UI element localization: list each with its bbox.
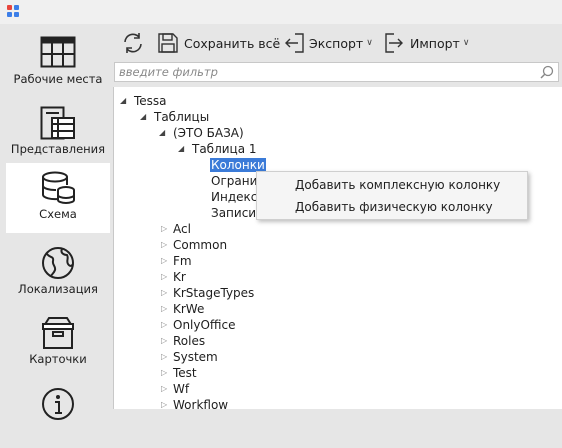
export-icon [285, 33, 304, 53]
tree-node-scheme-item[interactable]: ▷ Test [161, 365, 197, 381]
toolbar: Сохранить всё Экспорт ∨ Импорт ∨ [111, 24, 562, 62]
sidebar-item-info[interactable] [6, 378, 110, 448]
sidebar-item-views[interactable]: Представления [6, 98, 110, 168]
tree-node-label: Wf [173, 382, 190, 396]
tree-node-scheme-item[interactable]: ▷ Wf [161, 381, 189, 397]
sidebar-item-label: Представления [10, 142, 106, 156]
menu-item-label: Добавить физическую колонку [295, 200, 493, 214]
tree-node-scheme-item[interactable]: ▷ Fm [161, 253, 192, 269]
chevron-down-icon: ∨ [462, 38, 470, 48]
tree-node-root[interactable]: ◢ Tessa [120, 93, 167, 109]
tree-node-tables[interactable]: ◢ Таблицы [140, 109, 209, 125]
title-bar [0, 0, 562, 24]
sidebar-item-workplaces[interactable]: Рабочие места [6, 28, 110, 98]
refresh-icon [124, 33, 142, 53]
cards-box-icon [42, 317, 74, 349]
sidebar-item-cards[interactable]: Карточки [6, 308, 110, 378]
expand-arrow-icon[interactable]: ▷ [161, 349, 167, 365]
expand-arrow-icon[interactable]: ▷ [161, 269, 167, 285]
tree-node-label: Acl [173, 222, 191, 236]
tree-node-scheme[interactable]: ◢ (ЭТО БАЗА) [159, 125, 244, 141]
search-icon[interactable] [540, 65, 554, 79]
tree-node-label: Kr [173, 270, 186, 284]
views-icon [40, 106, 75, 140]
expand-arrow-icon[interactable]: ▷ [161, 397, 167, 409]
sidebar-item-label: Карточки [29, 352, 87, 366]
filter-input[interactable] [119, 64, 539, 80]
collapse-arrow-icon[interactable]: ◢ [178, 141, 184, 157]
sidebar-item-label: Схема [39, 207, 77, 221]
chevron-down-icon: ∨ [366, 38, 373, 48]
export-label: Экспорт [309, 35, 364, 51]
expand-arrow-icon[interactable]: ▷ [161, 253, 167, 269]
tree-node-scheme-item[interactable]: ▷ KrWe [161, 301, 204, 317]
expand-arrow-icon[interactable]: ▷ [161, 317, 167, 333]
database-schema-icon [42, 171, 75, 204]
tree-node-label: Таблица 1 [192, 142, 257, 156]
menu-item-add-complex-column[interactable]: Добавить комплексную колонку [258, 175, 526, 196]
menu-item-add-physical-column[interactable]: Добавить физическую колонку [258, 197, 526, 218]
export-button[interactable]: Экспорт ∨ [284, 30, 373, 56]
schema-tree: ◢ Tessa ◢ Таблицы ◢ (ЭТО БАЗА) ◢ Таблица… [113, 87, 562, 409]
tree-node-scheme-item[interactable]: ▷ System [161, 349, 218, 365]
tree-node-label: Tessa [134, 94, 167, 108]
menu-item-label: Добавить комплексную колонку [295, 178, 501, 192]
tree-node-label: (ЭТО БАЗА) [173, 126, 244, 140]
tree-node-label: OnlyOffice [173, 318, 236, 332]
tree-node-records[interactable]: Записи [211, 205, 256, 221]
collapse-arrow-icon[interactable]: ◢ [159, 125, 165, 141]
expand-arrow-icon[interactable]: ▷ [161, 381, 167, 397]
tree-node-label: Test [173, 366, 197, 380]
tree-node-scheme-item[interactable]: ▷ OnlyOffice [161, 317, 236, 333]
import-button[interactable]: Импорт ∨ [385, 30, 469, 56]
tree-node-label: Common [173, 238, 228, 252]
expand-arrow-icon[interactable]: ▷ [161, 285, 167, 301]
expand-arrow-icon[interactable]: ▷ [161, 365, 167, 381]
sidebar-item-label: Рабочие места [13, 72, 103, 86]
tree-node-label: Workflow [173, 398, 229, 409]
tree-node-scheme-item[interactable]: ▷ Common [161, 237, 227, 253]
tree-node-scheme-item[interactable]: ▷ Roles [161, 333, 205, 349]
expand-arrow-icon[interactable]: ▷ [161, 237, 167, 253]
tree-node-scheme-item[interactable]: ▷ KrStageTypes [161, 285, 254, 301]
refresh-button[interactable] [121, 30, 145, 56]
collapse-arrow-icon[interactable]: ◢ [120, 93, 126, 109]
tree-node-label: KrStageTypes [173, 286, 255, 300]
globe-icon [42, 247, 74, 279]
tree-node-label: Таблицы [154, 110, 210, 124]
save-all-button[interactable]: Сохранить всё [157, 30, 280, 56]
workplaces-icon [40, 36, 76, 68]
sidebar-item-label: Локализация [18, 282, 98, 296]
app-logo-icon [7, 5, 21, 19]
sidebar-item-schema[interactable]: Схема [6, 163, 110, 233]
import-icon [385, 33, 403, 53]
save-icon [158, 33, 178, 53]
tree-node-label: KrWe [173, 302, 205, 316]
tree-node-scheme-item[interactable]: ▷ Kr [161, 269, 186, 285]
info-icon [42, 388, 74, 420]
tree-node-table1[interactable]: ◢ Таблица 1 [178, 141, 257, 157]
tree-node-label: Колонки [210, 158, 266, 172]
expand-arrow-icon[interactable]: ▷ [161, 301, 167, 317]
context-menu: Добавить комплексную колонку Добавить фи… [256, 171, 528, 220]
tree-node-scheme-item[interactable]: ▷ Workflow [161, 397, 228, 409]
tree-node-label: Записи [211, 206, 257, 220]
tree-node-label: System [173, 350, 218, 364]
tree-node-scheme-item[interactable]: ▷ Acl [161, 221, 191, 237]
save-all-label: Сохранить всё [184, 35, 281, 51]
collapse-arrow-icon[interactable]: ◢ [140, 109, 146, 125]
expand-arrow-icon[interactable]: ▷ [161, 333, 167, 349]
sidebar-item-localization[interactable]: Локализация [6, 238, 110, 308]
tree-node-label: Fm [173, 254, 192, 268]
filter-box [114, 62, 559, 82]
tree-node-label: Roles [173, 334, 206, 348]
sidebar: Рабочие места Представления Схема Локали… [0, 24, 111, 420]
expand-arrow-icon[interactable]: ▷ [161, 221, 167, 237]
import-label: Импорт [410, 35, 460, 51]
